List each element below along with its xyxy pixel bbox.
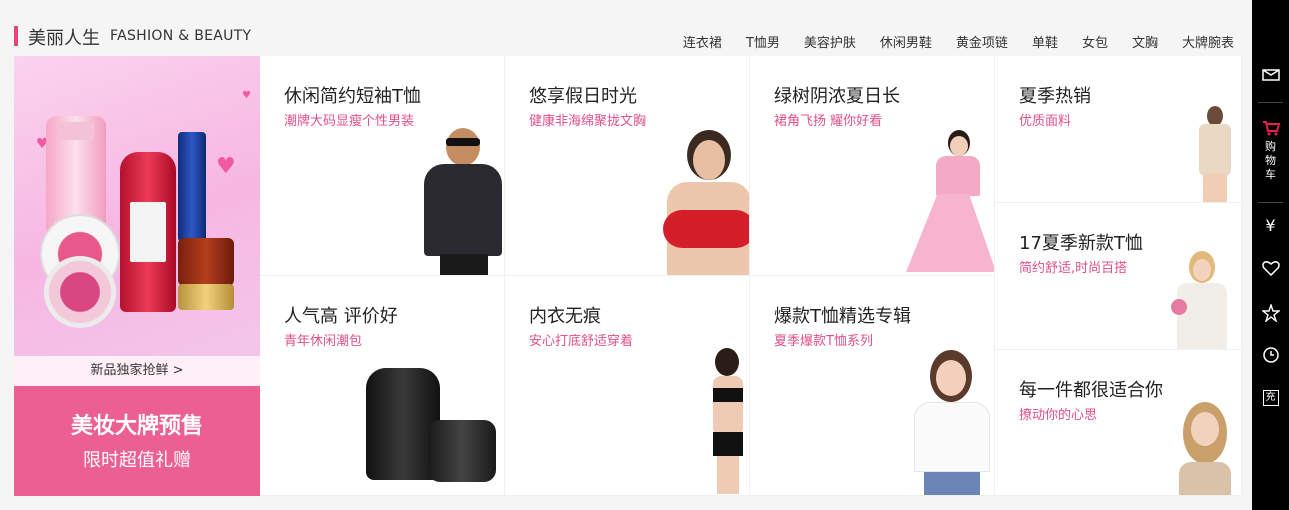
nav-item-gold-necklace[interactable]: 黄金项链 <box>932 32 1008 51</box>
tshirt-model-image <box>1171 251 1233 349</box>
product-card-summer-hot[interactable]: 夏季热销 优质面料 <box>995 56 1242 203</box>
nav-item-flats[interactable]: 单鞋 <box>1008 32 1058 51</box>
section-header: 美丽人生 FASHION & BEAUTY 连衣裙 T恤男 美容护肤 休闲男鞋 … <box>14 18 1242 54</box>
cream-jar <box>178 238 234 286</box>
lingerie-model-image <box>653 126 749 275</box>
cart-button[interactable]: 购物车 <box>1252 120 1289 182</box>
pajama-model-image <box>1195 106 1235 202</box>
beauty-presale-banner[interactable]: 美妆大牌预售 限时超值礼赠 <box>14 386 260 496</box>
card-subtitle: 潮牌大码显瘦个性男装 <box>284 114 415 129</box>
card-title: 绿树阴浓夏日长 <box>774 86 900 107</box>
nav-item-dresses[interactable]: 连衣裙 <box>659 32 722 51</box>
card-title: 休闲简约短袖T恤 <box>284 86 421 107</box>
divider <box>1258 202 1283 203</box>
right-toolbar: 购物车 ¥ 充 <box>1252 0 1289 510</box>
recharge-label: 充 <box>1262 390 1279 406</box>
product-card-underwear[interactable]: 内衣无痕 安心打底舒适穿着 <box>505 276 750 496</box>
card-subtitle: 撩动你的心思 <box>1019 408 1098 423</box>
male-model-image <box>420 128 504 275</box>
category-nav: 连衣裙 T恤男 美容护肤 休闲男鞋 黄金项链 单鞋 女包 文胸 大牌腕表 <box>659 32 1234 51</box>
bottle-cap <box>58 122 94 140</box>
account-icon[interactable] <box>1252 66 1289 86</box>
product-card-summer-tshirt[interactable]: 17夏季新款T恤 简约舒适,时尚百搭 <box>995 203 1242 350</box>
product-card-dress[interactable]: 绿树阴浓夏日长 裙角飞扬 耀你好看 <box>750 56 995 276</box>
heart-icon[interactable] <box>1252 260 1289 280</box>
product-card-suits-you[interactable]: 每一件都很适合你 撩动你的心思 <box>995 350 1242 496</box>
product-card-mens-tshirt[interactable]: 休闲简约短袖T恤 潮牌大码显瘦个性男装 <box>260 56 505 276</box>
yen-icon[interactable]: ¥ <box>1252 216 1289 235</box>
banner-subline: 限时超值礼赠 <box>83 450 191 471</box>
nav-item-watches[interactable]: 大牌腕表 <box>1158 32 1234 51</box>
card-subtitle: 优质面料 <box>1019 114 1072 129</box>
heart-decoration: ♥ <box>242 90 251 101</box>
cart-icon <box>1262 121 1280 136</box>
cart-label: 购物车 <box>1265 140 1276 181</box>
product-card-bra[interactable]: 悠享假日时光 健康非海绵聚拢文胸 <box>505 56 750 276</box>
nav-item-mens-tshirt[interactable]: T恤男 <box>722 32 780 51</box>
promo-column: ♥ ♥ ♥ 新品独家抢鲜 > 美妆大牌预售 限时超值礼赠 <box>14 56 260 496</box>
card-title: 17夏季新款T恤 <box>1019 233 1143 254</box>
card-subtitle: 健康非海绵聚拢文胸 <box>529 114 647 129</box>
card-subtitle: 安心打底舒适穿着 <box>529 334 634 349</box>
tshirt-woman-image <box>906 350 994 495</box>
card-title: 悠享假日时光 <box>529 86 637 107</box>
star-icon[interactable] <box>1252 302 1289 326</box>
card-subtitle: 裙角飞扬 耀你好看 <box>774 114 883 129</box>
nav-item-handbags[interactable]: 女包 <box>1058 32 1108 51</box>
title-accent-bar <box>14 26 18 46</box>
nav-item-skincare[interactable]: 美容护肤 <box>780 32 856 51</box>
history-icon[interactable] <box>1252 346 1289 368</box>
dress-model-image <box>892 130 994 275</box>
section-subtitle: FASHION & BEAUTY <box>110 28 252 44</box>
product-grid: 休闲简约短袖T恤 潮牌大码显瘦个性男装 悠享假日时光 健康非海绵聚拢文胸 绿树阴… <box>260 56 1242 496</box>
card-title: 内衣无痕 <box>529 306 601 327</box>
blonde-model-image <box>1173 402 1237 495</box>
card-title: 每一件都很适合你 <box>1019 380 1163 401</box>
card-subtitle: 简约舒适,时尚百搭 <box>1019 261 1128 276</box>
banner-headline: 美妆大牌预售 <box>70 414 203 439</box>
divider <box>1258 102 1283 103</box>
blush-pan <box>44 256 116 328</box>
card-subtitle: 青年休闲潮包 <box>284 334 363 349</box>
section-title: 美丽人生 <box>28 28 100 49</box>
backpack-image <box>360 368 500 488</box>
recharge-icon[interactable]: 充 <box>1252 390 1289 406</box>
nav-item-mens-shoes[interactable]: 休闲男鞋 <box>856 32 932 51</box>
underwear-model-image <box>705 348 749 494</box>
serum-label <box>130 202 166 262</box>
blue-bottle <box>178 132 206 242</box>
heart-decoration: ♥ <box>216 154 236 179</box>
jar-lid <box>178 284 234 310</box>
card-title: 爆款T恤精选专辑 <box>774 306 911 327</box>
product-card-hot-tshirt[interactable]: 爆款T恤精选专辑 夏季爆款T恤系列 <box>750 276 995 496</box>
card-subtitle: 夏季爆款T恤系列 <box>774 334 873 349</box>
product-card-bag[interactable]: 人气高 评价好 青年休闲潮包 <box>260 276 505 496</box>
cosmetics-promo-image[interactable]: ♥ ♥ ♥ <box>14 56 260 356</box>
new-arrivals-link[interactable]: 新品独家抢鲜 > <box>14 356 260 386</box>
card-title: 人气高 评价好 <box>284 306 398 327</box>
card-title: 夏季热销 <box>1019 86 1091 107</box>
nav-item-bras[interactable]: 文胸 <box>1108 32 1158 51</box>
